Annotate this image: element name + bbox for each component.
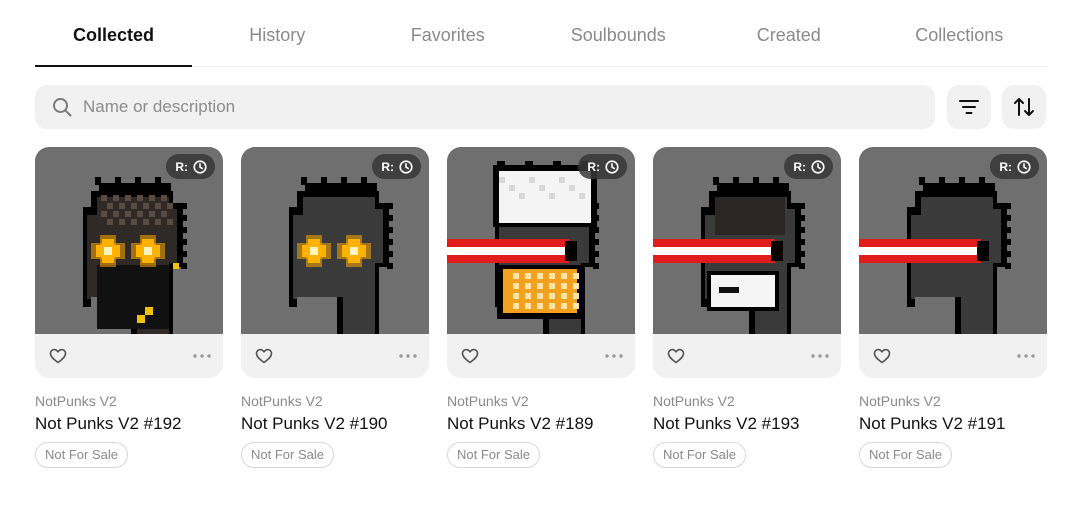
more-icon <box>605 354 623 358</box>
sale-status-badge: Not For Sale <box>447 442 540 468</box>
clock-icon <box>811 159 825 174</box>
nft-title[interactable]: Not Punks V2 #189 <box>447 414 635 434</box>
sale-status-badge: Not For Sale <box>653 442 746 468</box>
sale-status-badge: Not For Sale <box>35 442 128 468</box>
nft-title[interactable]: Not Punks V2 #190 <box>241 414 429 434</box>
tab-favorites[interactable]: Favorites <box>363 0 534 66</box>
card-actions <box>859 334 1047 378</box>
collection-name[interactable]: NotPunks V2 <box>35 393 223 409</box>
card-media: R: <box>35 147 223 378</box>
heart-icon <box>461 348 479 364</box>
rarity-badge: R: <box>784 154 833 179</box>
tab-collected[interactable]: Collected <box>35 0 192 67</box>
collection-name[interactable]: NotPunks V2 <box>859 393 1047 409</box>
favorite-button[interactable] <box>667 348 685 364</box>
clock-icon <box>1017 159 1031 174</box>
clock-icon <box>605 159 619 174</box>
nft-card[interactable]: R: NotPunks V2 Not Punks V2 #191 Not For Sa… <box>859 147 1047 468</box>
sale-status-badge: Not For Sale <box>859 442 952 468</box>
heart-icon <box>873 348 891 364</box>
more-options-button[interactable] <box>399 354 417 358</box>
filter-button[interactable] <box>947 85 991 129</box>
collection-name[interactable]: NotPunks V2 <box>447 393 635 409</box>
card-actions <box>447 334 635 378</box>
nft-image[interactable]: R: <box>653 147 841 334</box>
tab-soulbounds[interactable]: Soulbounds <box>533 0 704 66</box>
tab-history[interactable]: History <box>192 0 363 66</box>
sort-icon <box>1014 98 1034 116</box>
nft-grid: R: NotPunks V2 Not Punks V2 #192 Not For Sa… <box>35 147 1047 468</box>
card-actions <box>241 334 429 378</box>
rarity-label: R: <box>999 159 1012 174</box>
collection-name[interactable]: NotPunks V2 <box>241 393 429 409</box>
card-media: R: <box>447 147 635 378</box>
nft-title[interactable]: Not Punks V2 #191 <box>859 414 1047 434</box>
rarity-label: R: <box>175 159 188 174</box>
sort-button[interactable] <box>1002 85 1046 129</box>
more-options-button[interactable] <box>811 354 829 358</box>
tab-created[interactable]: Created <box>704 0 875 66</box>
tab-collections[interactable]: Collections <box>874 0 1045 66</box>
card-media: R: <box>241 147 429 378</box>
clock-icon <box>193 159 207 174</box>
nft-image[interactable]: R: <box>859 147 1047 334</box>
rarity-badge: R: <box>166 154 215 179</box>
collection-name[interactable]: NotPunks V2 <box>653 393 841 409</box>
nft-title[interactable]: Not Punks V2 #193 <box>653 414 841 434</box>
nft-card[interactable]: R: NotPunks V2 Not Punks V2 #190 Not For Sa… <box>241 147 429 468</box>
search-bar <box>35 85 935 129</box>
more-icon <box>193 354 211 358</box>
heart-icon <box>255 348 273 364</box>
rarity-label: R: <box>793 159 806 174</box>
heart-icon <box>49 348 67 364</box>
search-input[interactable] <box>83 97 883 117</box>
more-options-button[interactable] <box>1017 354 1035 358</box>
rarity-badge: R: <box>578 154 627 179</box>
nft-image[interactable]: R: <box>35 147 223 334</box>
favorite-button[interactable] <box>461 348 479 364</box>
nft-title[interactable]: Not Punks V2 #192 <box>35 414 223 434</box>
nft-card[interactable]: R: NotPunks V2 Not Punks V2 #192 Not For Sa… <box>35 147 223 468</box>
search-icon <box>53 98 72 117</box>
favorite-button[interactable] <box>49 348 67 364</box>
card-media: R: <box>653 147 841 378</box>
nft-card[interactable]: R: NotPunks V2 Not Punks V2 #189 Not For Sa… <box>447 147 635 468</box>
clock-icon <box>399 159 413 174</box>
more-icon <box>399 354 417 358</box>
rarity-badge: R: <box>372 154 421 179</box>
more-icon <box>1017 354 1035 358</box>
card-actions <box>653 334 841 378</box>
rarity-label: R: <box>381 159 394 174</box>
nft-image[interactable]: R: <box>447 147 635 334</box>
nft-image[interactable]: R: <box>241 147 429 334</box>
rarity-label: R: <box>587 159 600 174</box>
filter-icon <box>959 100 979 114</box>
more-icon <box>811 354 829 358</box>
card-actions <box>35 334 223 378</box>
rarity-badge: R: <box>990 154 1039 179</box>
favorite-button[interactable] <box>255 348 273 364</box>
heart-icon <box>667 348 685 364</box>
sale-status-badge: Not For Sale <box>241 442 334 468</box>
more-options-button[interactable] <box>605 354 623 358</box>
profile-tabs: Collected History Favorites Soulbounds C… <box>35 0 1046 67</box>
nft-card[interactable]: R: NotPunks V2 Not Punks V2 #193 Not For Sa… <box>653 147 841 468</box>
favorite-button[interactable] <box>873 348 891 364</box>
card-media: R: <box>859 147 1047 378</box>
more-options-button[interactable] <box>193 354 211 358</box>
